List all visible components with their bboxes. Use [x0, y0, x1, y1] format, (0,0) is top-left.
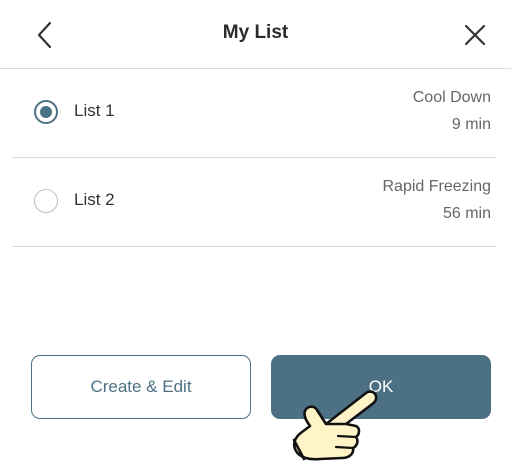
- header-bar: My List: [0, 0, 511, 69]
- list-item-2[interactable]: List 2 Rapid Freezing 56 min: [12, 158, 497, 247]
- list-item-mode: Cool Down: [412, 89, 491, 106]
- list-item-label: List 1: [74, 101, 115, 120]
- list-item-1[interactable]: List 1 Cool Down 9 min: [12, 69, 497, 158]
- radio-list-1[interactable]: [34, 100, 58, 124]
- list-item-time: 56 min: [442, 205, 491, 222]
- my-list-screen: My List List 1 Cool Down 9 min List 2 Ra…: [0, 0, 511, 461]
- page-title: My List: [222, 22, 289, 43]
- close-icon: [464, 24, 486, 46]
- list-options: List 1 Cool Down 9 min List 2 Rapid Free…: [12, 69, 497, 247]
- list-item-mode: Rapid Freezing: [382, 178, 492, 195]
- list-item-label: List 2: [74, 190, 115, 209]
- create-edit-button[interactable]: Create & Edit: [31, 355, 251, 419]
- list-item-time: 9 min: [451, 116, 491, 133]
- close-button[interactable]: [458, 18, 492, 52]
- pointing-hand-icon: [292, 390, 378, 461]
- radio-list-2[interactable]: [34, 189, 58, 213]
